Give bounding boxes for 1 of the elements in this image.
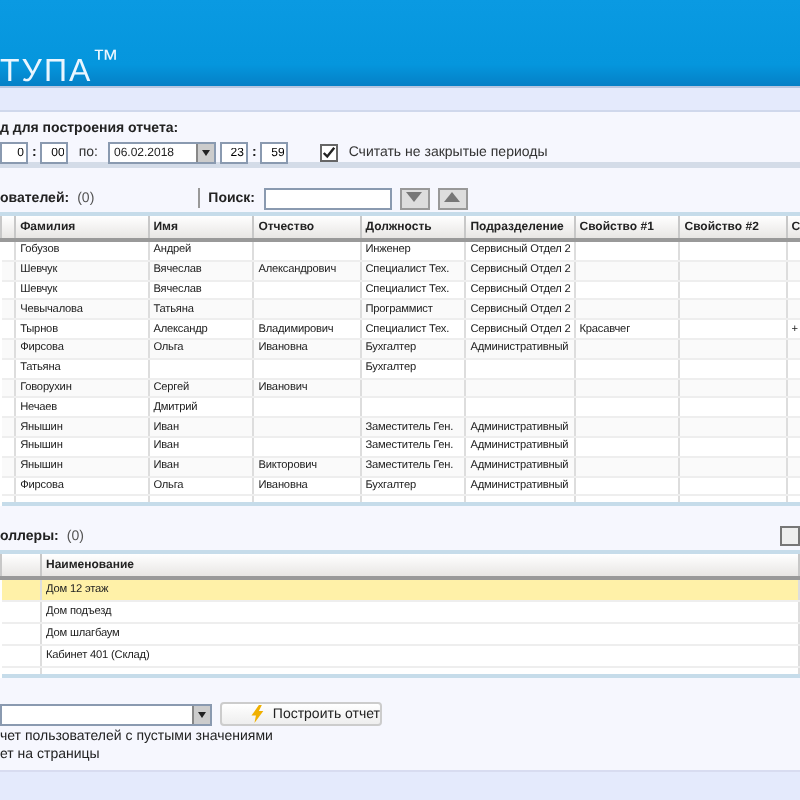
logo: ТУПА$^{™}$: [0, 44, 121, 91]
